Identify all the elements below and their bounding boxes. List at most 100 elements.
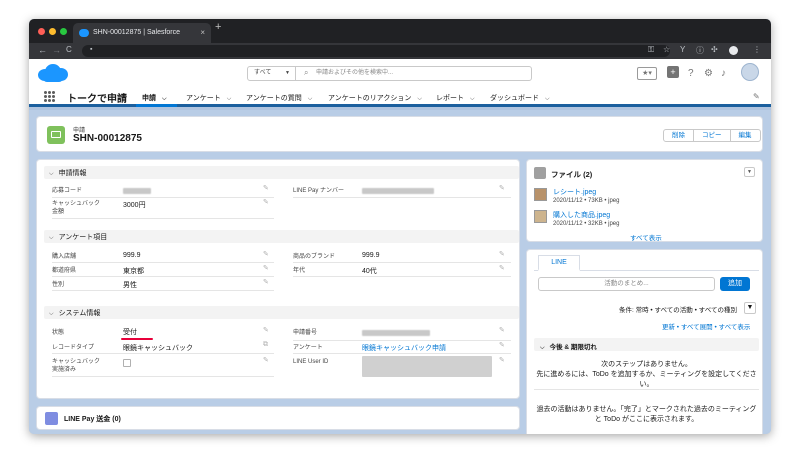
record-details: ⌵ 申請情報 応募コード ✎ LINE Pay ナンバー ✎ キャッシュバック 金… [36,159,520,399]
section-apply-info-header[interactable] [44,166,519,179]
file-thumbnail[interactable] [534,210,547,223]
nav-item-survey-questions[interactable]: アンケートの質問 ⌵ [246,93,312,103]
nav-item-apply[interactable]: 申請 ⌵ [142,93,167,103]
user-avatar[interactable] [741,63,759,81]
activity-summary-input[interactable]: 活動のまとめ... [538,277,715,291]
clone-button[interactable]: コピー [694,130,731,141]
chevron-down-icon[interactable]: ⌵ [545,96,550,102]
maximize-window-button[interactable] [60,28,67,35]
nav-item-survey-reactions[interactable]: アンケートのリアクション ⌵ [328,93,422,103]
survey-link[interactable]: 眼鏡キャッシュバック申請 [362,343,446,353]
chevron-down-icon[interactable]: ⌵ [308,96,313,102]
favorites-star-icon[interactable]: ★▾ [637,67,657,80]
pencil-icon[interactable]: ✎ [499,250,505,258]
change-record-type-icon[interactable]: ⧉ [263,341,268,349]
setup-gear-icon[interactable]: ⚙ [704,68,713,79]
section-survey-title[interactable]: ⌵ アンケート項目 [49,232,107,242]
add-activity-button[interactable]: 追加 [720,277,750,291]
tab-close-icon[interactable]: × [200,23,205,43]
pencil-icon[interactable]: ✎ [263,250,269,258]
filter-icon[interactable]: ▼ [744,302,756,314]
search-input[interactable]: 申請およびその他を検索中... [316,67,393,80]
line-user-id-value [362,356,492,377]
upcoming-title[interactable]: ⌵ 今後 & 期限切れ [540,341,597,352]
file-thumbnail[interactable] [534,188,547,201]
chevron-down-icon[interactable]: ⌵ [227,96,232,102]
pencil-icon[interactable]: ✎ [499,264,505,272]
new-tab-button[interactable]: + [215,21,221,33]
activity-action-links[interactable]: 更新 • すべて展開 • すべて表示 [662,321,750,331]
file-link[interactable]: 購入した商品.jpeg [553,210,610,220]
section-title-label: 申請情報 [58,170,87,177]
help-icon[interactable]: ? [688,68,694,79]
pencil-icon[interactable]: ✎ [263,184,269,192]
cashback-done-checkbox[interactable] [123,359,131,367]
reload-icon[interactable]: C [66,45,72,54]
nav-item-dashboards[interactable]: ダッシュボード ⌵ [490,93,550,103]
field-label: 年代 [293,268,306,274]
section-apply-info-title[interactable]: ⌵ 申請情報 [49,168,87,178]
global-search[interactable]: すべて ▼ ⌕ 申請およびその他を検索中... [247,66,532,81]
profile-icon[interactable] [729,46,738,55]
pencil-icon[interactable]: ✎ [263,198,269,206]
tab-line[interactable]: LINE [538,255,580,271]
chevron-down-icon[interactable]: ⌵ [470,96,475,102]
file-link[interactable]: レシート.jpeg [553,187,596,197]
section-title-label: 今後 & 期限切れ [549,344,597,351]
delete-button[interactable]: 削除 [664,130,694,141]
minimize-window-button[interactable] [49,28,56,35]
pencil-icon[interactable]: ✎ [263,326,269,334]
pencil-icon[interactable]: ✎ [499,341,505,349]
chevron-down-icon: ⌵ [49,171,54,177]
salesforce-logo-icon[interactable] [38,63,68,83]
menu-icon[interactable]: ⋮ [753,45,761,54]
address-bar[interactable]: ▪ [82,45,670,57]
field-divider [52,353,274,354]
chevron-down-icon[interactable]: ⌵ [417,96,422,102]
files-title[interactable]: ファイル (2) [551,169,592,180]
field-label: アンケート [293,345,323,351]
nav-item-survey[interactable]: アンケート ⌵ [186,93,231,103]
pencil-icon[interactable]: ✎ [499,356,505,364]
back-icon[interactable]: ← [38,45,47,55]
pencil-icon[interactable]: ✎ [263,356,269,364]
files-menu-chevron-down-icon[interactable]: ▼ [744,167,755,177]
global-create-plus-icon[interactable]: + [667,66,679,78]
section-survey-header[interactable] [44,230,519,243]
field-divider [52,218,274,219]
star-icon[interactable]: ☆ [663,45,670,54]
info-icon[interactable]: ⓘ [696,45,704,56]
brand-value: 999.9 [362,252,380,259]
app-name: トークで申請 [67,94,127,105]
puzzle-icon[interactable]: ✣ [711,45,718,54]
pencil-icon[interactable]: ✎ [499,326,505,334]
field-divider [293,353,511,354]
nav-item-label: 申請 [142,95,156,102]
nav-item-label: アンケート [186,95,221,102]
close-window-button[interactable] [38,28,45,35]
nav-item-reports[interactable]: レポート ⌵ [436,93,475,103]
app-launcher-icon[interactable] [44,91,55,102]
pencil-icon[interactable]: ✎ [263,278,269,286]
section-system-header[interactable] [44,306,519,319]
key-icon[interactable]: ⚿ [648,45,654,55]
search-icon: ⌕ [304,68,309,77]
browser-tab[interactable]: SHN-00012875 | Salesforce × [73,23,211,43]
files-view-all-link[interactable]: すべて表示 [630,232,662,242]
pencil-icon[interactable]: ✎ [499,184,505,192]
search-scope-select[interactable]: すべて ▼ [248,67,296,80]
y-icon[interactable]: Y [680,45,685,54]
wrench-icon [45,412,58,425]
pencil-icon[interactable]: ✎ [263,264,269,272]
edit-nav-pencil-icon[interactable]: ✎ [753,92,760,101]
edit-button[interactable]: 編集 [731,130,760,141]
notifications-bell-icon[interactable]: ♪ [721,68,726,79]
forward-icon[interactable]: → [52,45,61,55]
field-divider [52,376,274,377]
chevron-down-icon[interactable]: ⌵ [162,96,167,102]
field-label: キャッシュバック [52,201,101,207]
section-system-title[interactable]: ⌵ システム情報 [49,308,100,318]
related-linepay-title[interactable]: LINE Pay 送金 (0) [64,414,121,424]
file-meta: 2020/11/12 • 73KB • jpeg [553,198,620,204]
section-title-label: アンケート項目 [58,234,108,241]
